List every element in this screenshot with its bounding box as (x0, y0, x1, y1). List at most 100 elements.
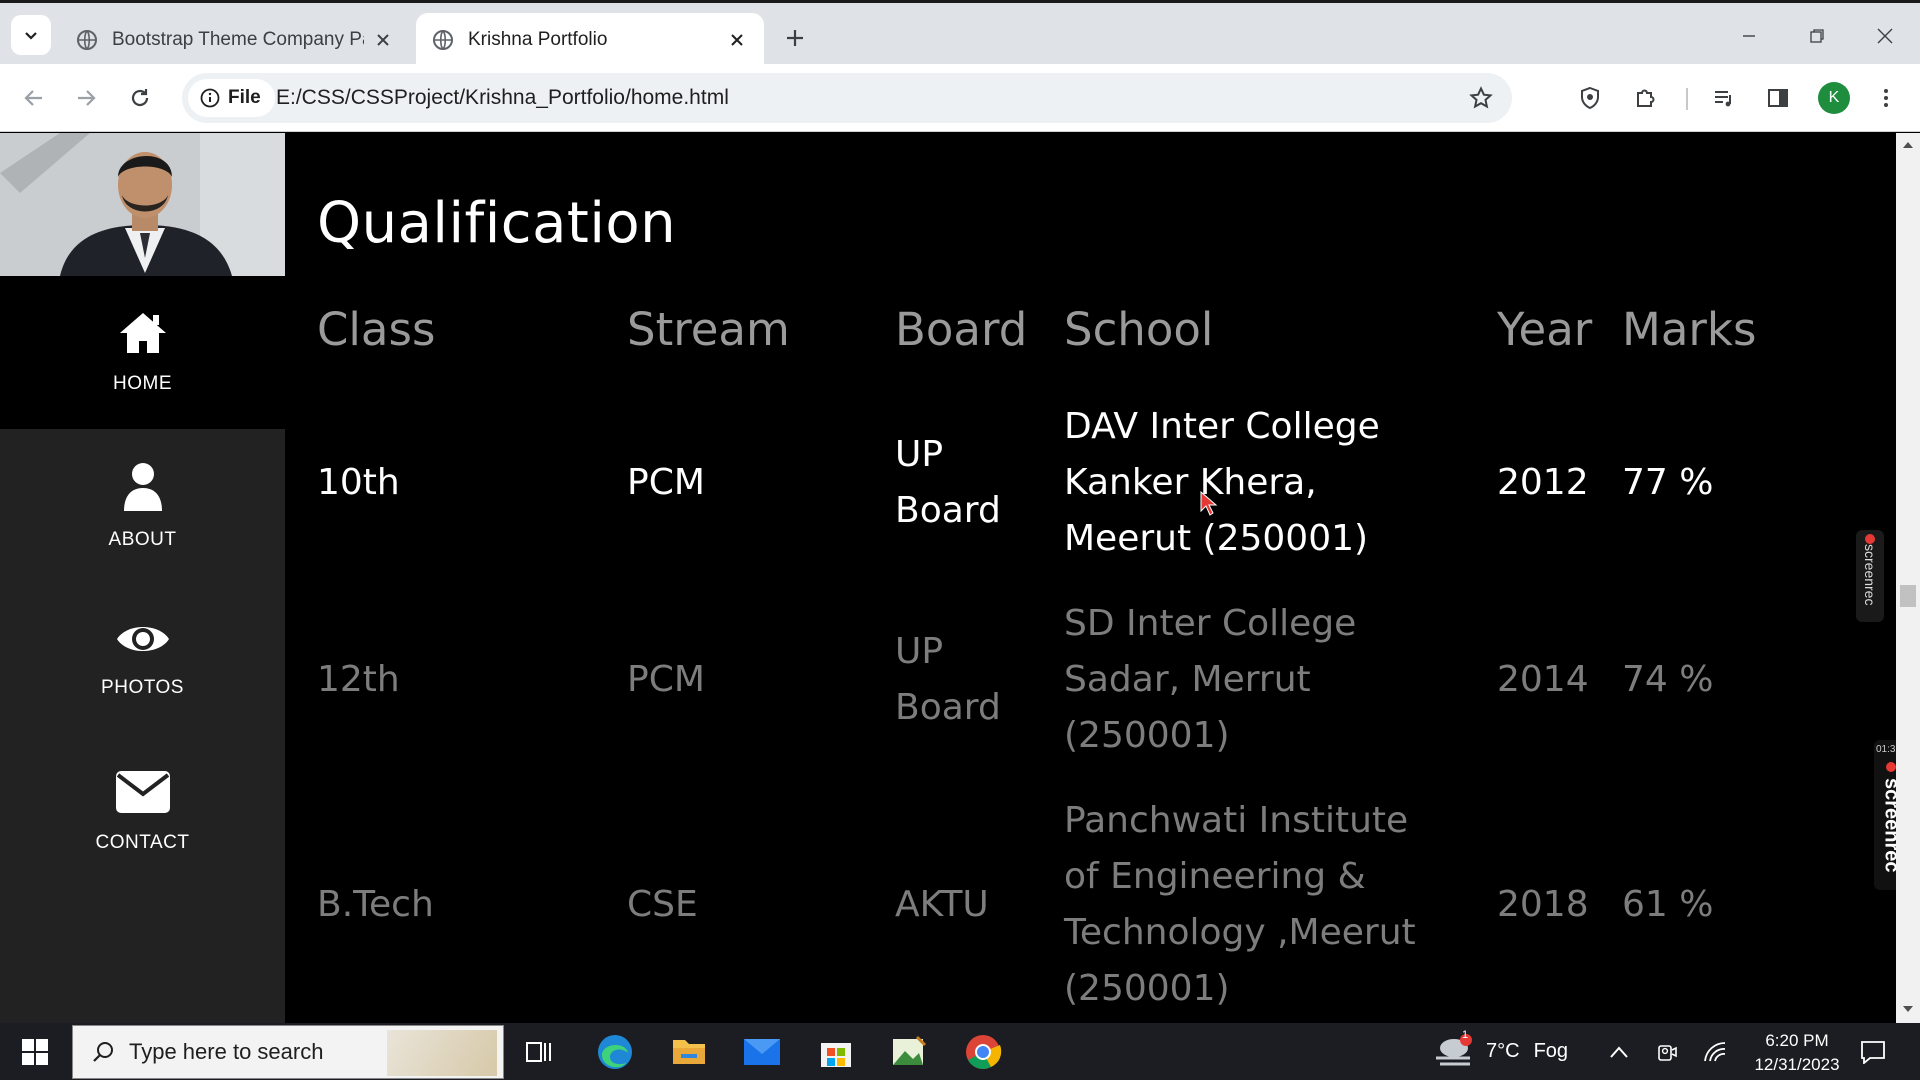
reload-button[interactable] (120, 78, 160, 118)
close-icon (1877, 28, 1893, 44)
clock-date: 12/31/2023 (1754, 1055, 1840, 1074)
cell-board: AKTU (895, 877, 989, 933)
camera-icon (1658, 1045, 1677, 1061)
sidebar-nav: HOME ABOUT PHOTOS CONTACT (0, 133, 285, 1023)
scroll-thumb[interactable] (1900, 585, 1916, 607)
mail-icon (744, 1039, 780, 1065)
weather-condition: Fog (1533, 1040, 1569, 1062)
cell-stream: CSE (627, 884, 698, 925)
clock-time: 6:20 PM (1765, 1031, 1829, 1050)
system-clock[interactable]: 6:20 PM 12/31/2023 (1744, 1029, 1850, 1077)
column-header-school: School (1064, 303, 1214, 356)
record-dot-icon (1865, 534, 1875, 544)
sidebar-item-label: HOME (113, 372, 172, 394)
sidebar-item-photos[interactable]: PHOTOS (0, 582, 285, 735)
notification-center-button[interactable] (1852, 1031, 1894, 1073)
star-icon (1469, 86, 1493, 109)
new-tab-button[interactable] (780, 23, 810, 53)
chevron-down-icon (25, 32, 37, 40)
tab-bootstrap-theme[interactable]: Bootstrap Theme Company Page (60, 13, 410, 67)
cell-board-line: Board (895, 490, 1001, 531)
start-button[interactable] (14, 1031, 56, 1073)
page-scrollbar[interactable] (1896, 133, 1920, 1023)
weather-widget[interactable]: 1 7°C Fog (1432, 1023, 1568, 1080)
weather-badge: 1 (1462, 1029, 1469, 1041)
task-view-button[interactable] (518, 1031, 560, 1073)
wifi-icon (1704, 1042, 1726, 1062)
more-vertical-icon (1884, 89, 1888, 107)
cell-school-line: Meerut (250001) (1064, 518, 1369, 559)
cell-school-line: SD Inter College (1064, 603, 1357, 644)
store-app-button[interactable] (815, 1031, 857, 1073)
eye-icon (116, 626, 169, 651)
weather-temp: 7°C (1486, 1040, 1520, 1062)
cell-school-line: (250001) (1064, 968, 1230, 1009)
bookmark-star-button[interactable] (1466, 83, 1496, 113)
profile-avatar-button[interactable]: K (1818, 82, 1850, 114)
tab-title: Krishna Portfolio (468, 29, 608, 50)
restore-button[interactable] (1802, 21, 1832, 51)
column-header-marks: Marks (1622, 303, 1757, 356)
show-hidden-icons-button[interactable] (1598, 1031, 1640, 1073)
browser-menu-button[interactable] (1870, 82, 1902, 114)
edge-icon (598, 1035, 632, 1069)
cell-year: 2012 (1497, 462, 1589, 503)
cell-school: Panchwati Institute of Engineering & Tec… (1064, 793, 1416, 1017)
notification-icon (1861, 1041, 1885, 1064)
section-heading: Qualification (317, 191, 677, 256)
file-explorer-button[interactable] (668, 1031, 710, 1073)
tab-search-button[interactable] (11, 15, 51, 55)
taskbar-search-box[interactable]: Type here to search (72, 1025, 504, 1079)
arrow-right-icon (78, 90, 96, 106)
side-panel-button[interactable] (1762, 82, 1794, 114)
mail-app-button[interactable] (741, 1031, 783, 1073)
close-window-button[interactable] (1870, 21, 1900, 51)
cell-year: 2014 (1497, 659, 1589, 700)
search-highlight-image (387, 1030, 497, 1076)
shield-extension-button[interactable] (1574, 82, 1606, 114)
mouse-cursor-icon (1200, 491, 1218, 516)
scroll-down-icon[interactable] (1902, 1005, 1914, 1013)
windows-logo-icon (22, 1039, 48, 1065)
url-text[interactable]: E:/CSS/CSSProject/Krishna_Portfolio/home… (276, 73, 729, 123)
cell-stream: PCM (627, 659, 705, 700)
reload-icon (131, 89, 149, 107)
close-tab-icon[interactable] (726, 29, 748, 51)
sidebar-item-contact[interactable]: CONTACT (0, 735, 285, 888)
back-button[interactable] (14, 78, 54, 118)
sidebar-item-label: CONTACT (95, 831, 190, 853)
tab-krishna-portfolio[interactable]: Krishna Portfolio (416, 13, 764, 67)
scroll-up-icon[interactable] (1902, 141, 1914, 149)
side-panel-icon (1768, 89, 1788, 107)
network-button[interactable] (1694, 1031, 1736, 1073)
profile-photo (0, 133, 285, 276)
chrome-icon (966, 1035, 1002, 1069)
cell-school-line: of Engineering & (1064, 856, 1366, 897)
cell-school-line: DAV Inter College (1064, 406, 1380, 447)
image-editor-app-button[interactable] (888, 1031, 930, 1073)
media-control-button[interactable] (1708, 82, 1740, 114)
sidebar-item-about[interactable]: ABOUT (0, 429, 285, 582)
globe-icon (77, 30, 97, 50)
tab-strip: Bootstrap Theme Company Page Krishna Por… (0, 0, 1920, 67)
meet-now-button[interactable] (1646, 1031, 1688, 1073)
address-bar[interactable]: File E:/CSS/CSSProject/Krishna_Portfolio… (182, 73, 1512, 123)
extensions-button[interactable] (1630, 82, 1662, 114)
screenrec-widget-small[interactable]: screenrec (1856, 530, 1884, 622)
cell-class: B.Tech (317, 884, 434, 925)
edge-app-button[interactable] (594, 1031, 636, 1073)
scheme-label: File (228, 87, 261, 108)
user-icon (123, 462, 162, 511)
shield-icon (1581, 86, 1599, 110)
sidebar-item-home[interactable]: HOME (0, 276, 285, 429)
minimize-button[interactable] (1734, 21, 1764, 51)
cell-board-line: Board (895, 687, 1001, 728)
sidebar-item-label: ABOUT (108, 528, 177, 550)
close-tab-icon[interactable] (372, 29, 394, 51)
cell-school: DAV Inter College Kanker Khera, Meerut (… (1064, 399, 1380, 567)
column-header-stream: Stream (627, 303, 790, 356)
chrome-app-button[interactable] (962, 1031, 1004, 1073)
forward-button[interactable] (66, 78, 106, 118)
site-info-chip[interactable]: File (188, 79, 275, 117)
cell-marks: 74 % (1622, 659, 1714, 700)
